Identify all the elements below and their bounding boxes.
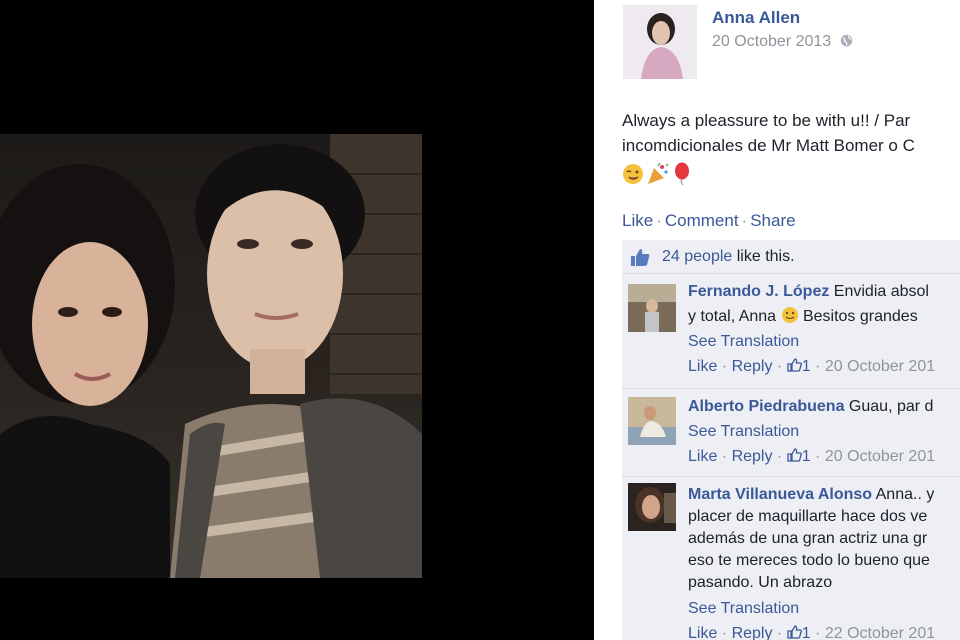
- balloon-emoji: [675, 162, 689, 186]
- meta-separator: ·: [717, 358, 732, 375]
- comment-like-count[interactable]: 1: [802, 448, 811, 465]
- wink-face-emoji: [623, 164, 643, 184]
- commenter-name[interactable]: Alberto Piedrabuena: [688, 398, 844, 415]
- comment-link[interactable]: Comment: [665, 211, 739, 230]
- commenter-avatar[interactable]: [628, 284, 676, 332]
- commenter-avatar[interactable]: [628, 483, 676, 531]
- meta-separator: ·: [772, 358, 787, 375]
- comment-date[interactable]: 20 October 201: [825, 448, 935, 465]
- meta-separator: ·: [772, 625, 787, 640]
- comment-like-link[interactable]: Like: [688, 358, 717, 375]
- post-text: Always a pleassure to be with u!! / Par …: [622, 108, 960, 158]
- thumbs-up-icon: [787, 625, 802, 639]
- comment-text: eso te mereces todo lo bueno que: [688, 552, 930, 569]
- photo-viewer: [0, 0, 594, 640]
- meta-separator: ·: [810, 358, 825, 375]
- like-link[interactable]: Like: [622, 211, 653, 230]
- action-separator: ·: [656, 211, 662, 230]
- post-date-text[interactable]: 20 October 2013: [712, 33, 831, 50]
- comment-text: Anna.. y: [872, 486, 935, 503]
- meta-separator: ·: [810, 448, 825, 465]
- meta-separator: ·: [717, 625, 732, 640]
- commenter-name[interactable]: Fernando J. López: [688, 283, 829, 300]
- party-popper-emoji: [648, 162, 669, 184]
- likes-summary: 24 people like this.: [622, 240, 960, 273]
- likes-count-link[interactable]: 24 people: [662, 248, 732, 265]
- action-separator: ·: [741, 211, 748, 230]
- comment-text: además de una gran actriz una gr: [688, 530, 928, 547]
- thumbs-up-icon: [631, 249, 650, 266]
- photo-illustration: [0, 134, 422, 578]
- likes-suffix: like this.: [732, 248, 795, 265]
- comment-like-link[interactable]: Like: [688, 625, 717, 640]
- comment-reply-link[interactable]: Reply: [732, 625, 773, 640]
- see-translation-link[interactable]: See Translation: [688, 331, 935, 353]
- comment-date[interactable]: 20 October 201: [825, 358, 935, 375]
- comment-text: placer de maquillarte hace dos ve: [688, 508, 928, 525]
- comment-meta: Like · Reply · 1 · 20 October 201: [688, 356, 935, 378]
- comment-item: Marta Villanueva Alonso Anna.. y placer …: [622, 476, 960, 640]
- comment-body: Fernando J. López Envidia absol y total,…: [688, 281, 935, 378]
- share-link[interactable]: Share: [750, 211, 795, 230]
- comments-section: 24 people like this. Fernando J. López E…: [622, 240, 960, 640]
- thumbs-up-icon: [787, 358, 802, 372]
- see-translation-link[interactable]: See Translation: [688, 598, 935, 620]
- see-translation-link[interactable]: See Translation: [688, 421, 935, 443]
- comment-like-count[interactable]: 1: [802, 625, 811, 640]
- smiley-emoji-icon: [781, 307, 798, 323]
- comment-text: Guau, par d: [844, 398, 934, 415]
- comment-meta: Like · Reply · 1 · 20 October 201: [688, 446, 935, 468]
- post-actions: Like · Comment · Share: [622, 211, 796, 231]
- post-photo[interactable]: [0, 134, 422, 578]
- commenter-name[interactable]: Marta Villanueva Alonso: [688, 486, 872, 503]
- post-date[interactable]: 20 October 2013: [712, 33, 853, 51]
- comment-body: Alberto Piedrabuena Guau, par d See Tran…: [688, 396, 935, 468]
- comment-date[interactable]: 22 October 201: [825, 625, 935, 640]
- meta-separator: ·: [717, 448, 732, 465]
- comment-like-count[interactable]: 1: [802, 358, 811, 375]
- author-name[interactable]: Anna Allen: [712, 8, 800, 28]
- commenter-avatar[interactable]: [628, 397, 676, 445]
- comment-text: Besitos grandes: [798, 308, 918, 325]
- comment-reply-link[interactable]: Reply: [732, 358, 773, 375]
- meta-separator: ·: [810, 625, 825, 640]
- post-panel: Anna Allen 20 October 2013 Always a plea…: [594, 0, 960, 640]
- meta-separator: ·: [772, 448, 787, 465]
- author-avatar[interactable]: [623, 5, 697, 79]
- comment-text: Envidia absol: [829, 283, 929, 300]
- comment-item: Alberto Piedrabuena Guau, par d See Tran…: [622, 388, 960, 477]
- post-text-line: Always a pleassure to be with u!! / Par: [622, 111, 911, 130]
- comment-text: y total, Anna: [688, 308, 781, 325]
- comment-text: pasando. Un abrazo: [688, 574, 833, 591]
- comment-body: Marta Villanueva Alonso Anna.. y placer …: [688, 484, 935, 640]
- post-text-line: incomdicionales de Mr Matt Bomer o C: [622, 136, 915, 155]
- thumbs-up-icon: [787, 448, 802, 462]
- comment-reply-link[interactable]: Reply: [732, 448, 773, 465]
- globe-icon: [840, 34, 852, 47]
- comment-item: Fernando J. López Envidia absol y total,…: [622, 273, 960, 389]
- comment-like-link[interactable]: Like: [688, 448, 717, 465]
- post-emojis: [622, 162, 702, 186]
- comment-meta: Like · Reply · 1 · 22 October 201: [688, 623, 935, 640]
